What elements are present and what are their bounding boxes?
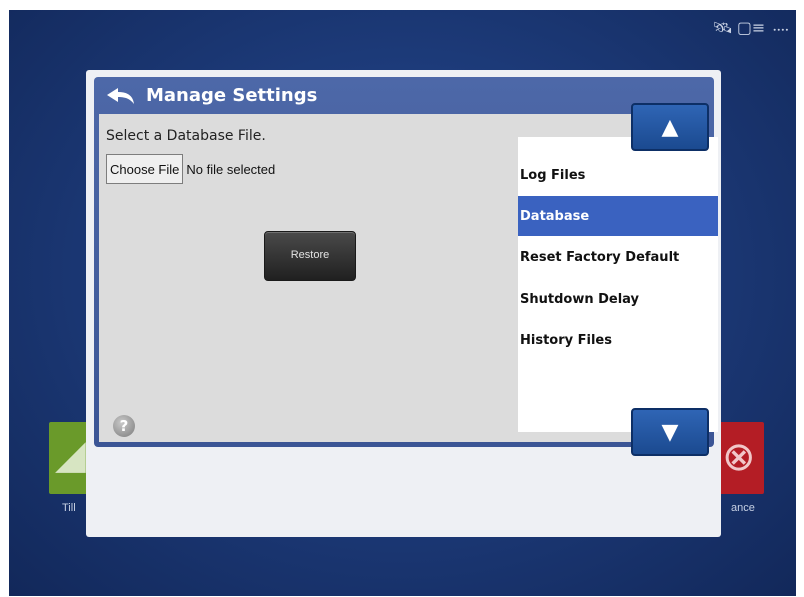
select-database-label: Select a Database File. — [106, 128, 266, 144]
arrow-down-icon: ▼ — [661, 419, 679, 445]
arrow-up-icon: ▲ — [661, 114, 679, 140]
scroll-down-button[interactable]: ▼ — [631, 408, 709, 456]
restore-button[interactable]: Restore — [264, 231, 356, 281]
scroll-up-button[interactable]: ▲ — [631, 103, 709, 151]
tillage-tile-caption: Till — [62, 502, 76, 514]
menu-item-log-files[interactable]: Log Files — [518, 155, 718, 195]
file-chooser: Choose File No file selected — [106, 154, 275, 184]
dialog-frame: Manage Settings Select a Database File. … — [94, 77, 718, 456]
dialog-title-bar: Manage Settings — [94, 77, 714, 114]
maintenance-icon: ⊗ — [722, 434, 756, 480]
back-arrow-icon[interactable] — [104, 85, 138, 107]
menu-item-shutdown-delay[interactable]: Shutdown Delay — [518, 279, 718, 319]
gps-satellite-icon: 🛰 — [712, 17, 733, 37]
maintenance-tile-caption: ance — [731, 502, 755, 514]
help-icon[interactable]: ? — [113, 415, 135, 437]
menu-item-reset-factory-default[interactable]: Reset Factory Default — [518, 237, 718, 277]
menu-item-history-files[interactable]: History Files — [518, 320, 718, 360]
maintenance-app-tile[interactable]: ⊗ — [714, 422, 764, 494]
menu-item-database[interactable]: Database — [518, 196, 718, 236]
dialog-title: Manage Settings — [146, 85, 318, 106]
content-panel: Select a Database File. Choose File No f… — [99, 114, 718, 442]
signal-icon: ᠁ — [769, 21, 788, 40]
tillage-icon: ◢ — [55, 432, 86, 478]
status-bar: 🛰 ▢≡ ᠁ — [713, 12, 789, 42]
file-status-text: No file selected — [186, 161, 276, 177]
settings-menu-list: Log Files Database Reset Factory Default… — [518, 137, 718, 432]
display-icon: ▢≡ — [736, 17, 766, 37]
choose-file-button[interactable]: Choose File — [106, 154, 184, 184]
manage-settings-dialog: Manage Settings Select a Database File. … — [86, 70, 721, 537]
